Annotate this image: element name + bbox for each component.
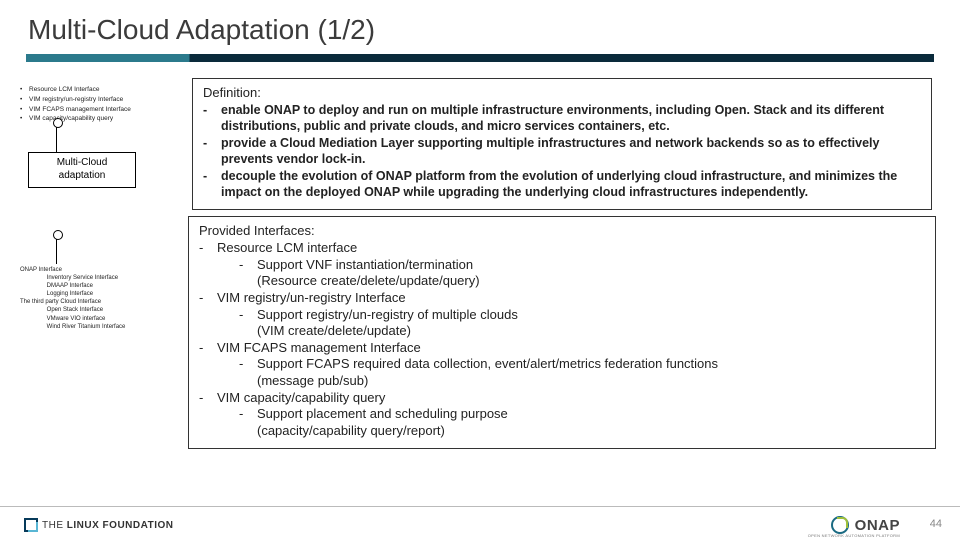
provided-item: VIM registry/un-registry Interface [217,290,406,307]
provided-subitem: Support registry/un-registry of multiple… [257,307,518,324]
title-bar: Multi-Cloud Adaptation (1/2) [0,0,960,62]
mc-line2: adaptation [29,170,135,183]
left-column: •Resource LCM Interface •VIM registry/un… [20,86,182,125]
provided-subitem: Support FCAPS required data collection, … [257,356,718,373]
provided-subitem: Support VNF instantiation/termination [257,257,473,274]
mc-line1: Multi-Cloud [29,157,135,170]
provided-subitem: (message pub/sub) [257,373,368,390]
bullet-text: Resource LCM Interface [29,86,99,95]
onap-if-item: Wind River Titanium Interface [20,323,190,331]
onap-ring-icon [831,516,849,534]
bullet-text: VIM capacity/capability query [29,115,113,124]
provided-subitem: Support placement and scheduling purpose [257,406,508,423]
provided-subitem: (Resource create/delete/update/query) [257,273,480,290]
definition-heading: Definition: [203,85,921,100]
provided-item: VIM FCAPS management Interface [217,340,421,357]
bullet-text: VIM FCAPS management Interface [29,106,131,115]
footer: THE LINUX FOUNDATION ONAP OPEN NETWORK A… [0,506,960,540]
definition-item: provide a Cloud Mediation Layer supporti… [221,135,921,167]
page-number: 44 [930,518,942,530]
lf-square-icon [24,518,38,532]
onap-interface-list: ONAP Interface Inventory Service Interfa… [20,266,190,331]
linux-foundation-logo: THE LINUX FOUNDATION [24,518,173,532]
bullet-text: VIM registry/un-registry Interface [29,96,123,105]
onap-if-item: Inventory Service Interface [20,274,190,282]
lf-text: THE LINUX FOUNDATION [42,520,173,531]
onap-if-item: VMware VIO interface [20,315,190,323]
provided-subitem: (VIM create/delete/update) [257,323,411,340]
provided-subitem: (capacity/capability query/report) [257,423,445,440]
onap-subtitle: OPEN NETWORK AUTOMATION PLATFORM [808,533,900,538]
multicloud-box: Multi-Cloud adaptation [28,152,136,188]
slide: Multi-Cloud Adaptation (1/2) •Resource L… [0,0,960,540]
lollipop-connector-icon [56,126,58,152]
provided-item: VIM capacity/capability query [217,390,385,407]
onap-if-item: DMAAP Interface [20,282,190,290]
footer-divider [0,506,960,507]
top-interface-bullets: •Resource LCM Interface •VIM registry/un… [20,86,182,124]
definition-box: Definition: -enable ONAP to deploy and r… [192,78,932,210]
provided-heading: Provided Interfaces: [199,223,925,238]
onap-if-heading: ONAP Interface [20,266,190,274]
page-title: Multi-Cloud Adaptation (1/2) [28,14,375,46]
provided-interfaces-box: Provided Interfaces: -Resource LCM inter… [188,216,936,449]
onap-if-item: Logging Interface [20,290,190,298]
definition-item: decouple the evolution of ONAP platform … [221,168,921,200]
onap-text: ONAP [855,517,900,534]
definition-item: enable ONAP to deploy and run on multipl… [221,102,921,134]
onap-if-item: Open Stack Interface [20,306,190,314]
onap-logo: ONAP [831,516,900,534]
title-underline [26,54,934,62]
provided-item: Resource LCM interface [217,240,357,257]
lollipop-connector-icon [56,238,58,264]
onap-if-heading: The third party Cloud Interface [20,298,190,306]
